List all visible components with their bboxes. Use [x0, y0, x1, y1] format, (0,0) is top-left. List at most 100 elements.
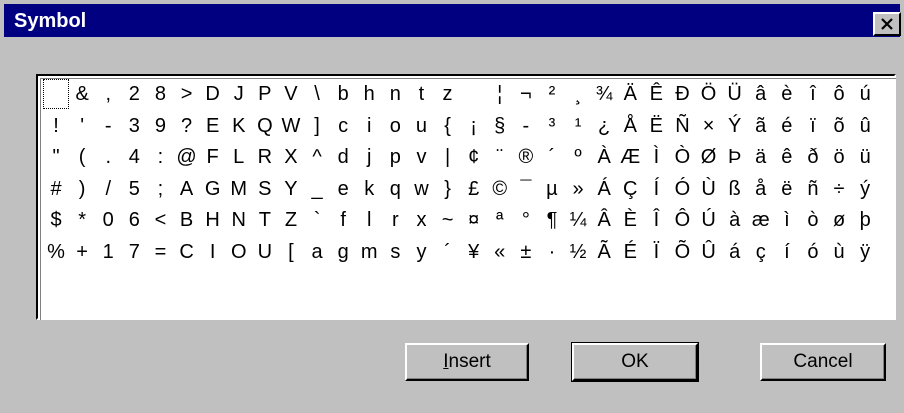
symbol-cell[interactable]: Î [643, 205, 669, 235]
symbol-cell[interactable]: 7 [121, 237, 147, 267]
symbol-cell[interactable]: Ä [617, 79, 643, 109]
symbol-cell[interactable]: Þ [722, 142, 748, 172]
symbol-cell[interactable]: ^ [304, 142, 330, 172]
symbol-cell[interactable]: ® [513, 142, 539, 172]
symbol-cell[interactable]: 3 [121, 111, 147, 141]
symbol-cell[interactable]: J [226, 79, 252, 109]
symbol-cell[interactable]: ] [304, 111, 330, 141]
symbol-cell[interactable]: ` [304, 205, 330, 235]
symbol-cell[interactable]: ¬ [513, 79, 539, 109]
symbol-cell[interactable]: í [774, 237, 800, 267]
symbol-cell[interactable]: É [617, 237, 643, 267]
symbol-cell[interactable]: Ö [696, 79, 722, 109]
symbol-cell[interactable]: ¢ [461, 142, 487, 172]
symbol-cell[interactable]: F [200, 142, 226, 172]
symbol-cell[interactable]: Ò [669, 142, 695, 172]
symbol-cell[interactable]: ' [69, 111, 95, 141]
symbol-cell[interactable]: ¤ [461, 205, 487, 235]
symbol-cell[interactable]: H [200, 205, 226, 235]
symbol-cell[interactable]: R [252, 142, 278, 172]
symbol-cell[interactable]: a [304, 237, 330, 267]
symbol-cell[interactable]: ¾ [591, 79, 617, 109]
symbol-cell[interactable]: = [147, 237, 173, 267]
title-bar[interactable]: Symbol [4, 4, 901, 37]
symbol-cell[interactable]: ä [748, 142, 774, 172]
symbol-cell[interactable]: ò [800, 205, 826, 235]
symbol-cell[interactable]: p [382, 142, 408, 172]
symbol-cell[interactable]: 4 [121, 142, 147, 172]
symbol-cell[interactable]: è [774, 79, 800, 109]
symbol-cell[interactable]: d [330, 142, 356, 172]
symbol-cell[interactable]: Ð [669, 79, 695, 109]
symbol-cell[interactable] [461, 79, 487, 109]
symbol-grid[interactable]: &, 2 8 > D J P V \ b h n t z ¦ ¬ ² ¸ ¾ Ä Ê Ð Ö Üâ è î ô ú! ' -3 9? E K Q… [40, 78, 896, 320]
symbol-cell[interactable]: ð [800, 142, 826, 172]
symbol-cell[interactable]: û [852, 111, 878, 141]
symbol-cell[interactable]: æ [748, 205, 774, 235]
symbol-cell[interactable]: å [748, 174, 774, 204]
symbol-cell[interactable]: µ [539, 174, 565, 204]
symbol-cell[interactable]: Ã [591, 237, 617, 267]
symbol-cell[interactable]: á [722, 237, 748, 267]
symbol-cell[interactable]: Ø [696, 142, 722, 172]
ok-button[interactable]: OK [571, 342, 699, 382]
symbol-cell[interactable]: ? [174, 111, 200, 141]
symbol-cell[interactable]: î [800, 79, 826, 109]
symbol-cell[interactable]: + [69, 237, 95, 267]
symbol-cell[interactable]: Ñ [669, 111, 695, 141]
symbol-cell[interactable]: Q [252, 111, 278, 141]
symbol-cell[interactable]: { [435, 111, 461, 141]
symbol-cell[interactable]: ¸ [565, 79, 591, 109]
symbol-cell[interactable]: ô [826, 79, 852, 109]
symbol-cell[interactable]: P [252, 79, 278, 109]
symbol-cell[interactable]: c [330, 111, 356, 141]
symbol-cell[interactable]: ¥ [461, 237, 487, 267]
symbol-cell[interactable]: * [69, 205, 95, 235]
symbol-cell[interactable]: % [43, 237, 69, 267]
symbol-cell[interactable]: ö [826, 142, 852, 172]
symbol-cell[interactable]: þ [852, 205, 878, 235]
symbol-cell[interactable]: 6 [121, 205, 147, 235]
symbol-cell[interactable]: U [252, 237, 278, 267]
symbol-cell[interactable]: Ï [643, 237, 669, 267]
symbol-cell[interactable]: s [382, 237, 408, 267]
symbol-cell[interactable]: I [200, 237, 226, 267]
symbol-cell[interactable]: ú [852, 79, 878, 109]
symbol-cell[interactable]: ó [800, 237, 826, 267]
symbol-cell[interactable]: i [356, 111, 382, 141]
symbol-cell[interactable]: l [356, 205, 382, 235]
cancel-button[interactable]: Cancel [760, 343, 886, 381]
symbol-cell[interactable]: # [43, 174, 69, 204]
symbol-cell[interactable]: . [95, 142, 121, 172]
symbol-cell[interactable]: E [200, 111, 226, 141]
symbol-cell[interactable]: ù [826, 237, 852, 267]
symbol-cell[interactable]: È [617, 205, 643, 235]
symbol-cell[interactable]: _ [304, 174, 330, 204]
symbol-cell[interactable]: 8 [147, 79, 173, 109]
symbol-cell[interactable]: Á [591, 174, 617, 204]
symbol-cell[interactable]: à [722, 205, 748, 235]
symbol-cell[interactable]: Ê [643, 79, 669, 109]
symbol-cell[interactable]: ê [774, 142, 800, 172]
symbol-cell[interactable]: < [147, 205, 173, 235]
symbol-cell[interactable]: g [330, 237, 356, 267]
symbol-cell[interactable]: ³ [539, 111, 565, 141]
symbol-cell[interactable]: â [748, 79, 774, 109]
symbol-cell[interactable]: O [226, 237, 252, 267]
symbol-cell[interactable]: u [408, 111, 434, 141]
symbol-cell[interactable]: [ [278, 237, 304, 267]
symbol-cell[interactable]: Ô [669, 205, 695, 235]
symbol-cell[interactable]: £ [461, 174, 487, 204]
symbol-cell[interactable]: w [408, 174, 434, 204]
symbol-cell[interactable]: Õ [669, 237, 695, 267]
symbol-cell[interactable]: ì [774, 205, 800, 235]
symbol-cell[interactable]: Å [617, 111, 643, 141]
symbol-cell[interactable]: Ü [722, 79, 748, 109]
symbol-cell[interactable]: ´ [539, 142, 565, 172]
symbol-cell[interactable]: ÿ [852, 237, 878, 267]
symbol-cell[interactable]: Ë [643, 111, 669, 141]
symbol-cell[interactable]: C [174, 237, 200, 267]
symbol-cell[interactable]: ; [147, 174, 173, 204]
symbol-cell[interactable]: « [487, 237, 513, 267]
symbol-cell[interactable]: ( [69, 142, 95, 172]
